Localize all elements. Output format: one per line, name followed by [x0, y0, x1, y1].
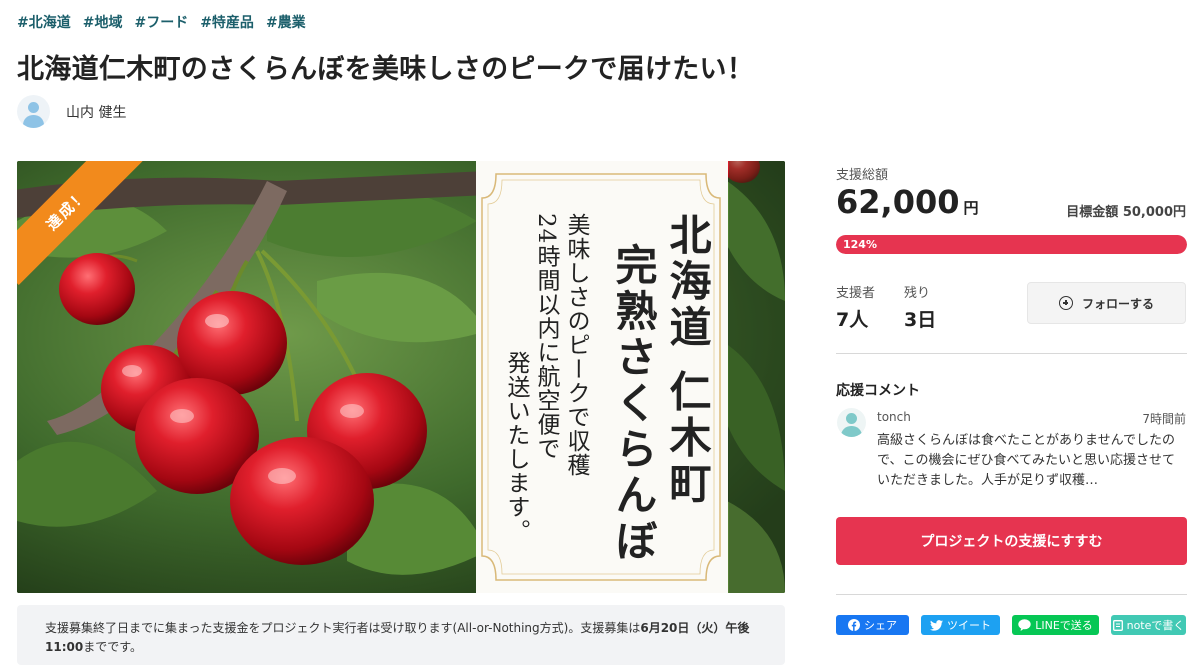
owner-avatar: [17, 95, 50, 128]
tag-list: #北海道 #地域 #フード #特産品 #農業: [17, 12, 306, 32]
progress-percent: 124%: [843, 238, 877, 251]
share-buttons: シェア ツイート LINEで送る noteで書く: [836, 615, 1186, 635]
progress-fill: 124%: [836, 235, 1187, 254]
page-title: 北海道仁木町のさくらんぼを美味しさのピークで届けたい！: [17, 54, 755, 85]
project-owner[interactable]: 山内 健生: [17, 95, 126, 128]
currency-label: 円: [963, 199, 979, 217]
poster-line: 美味しさのピークで収穫: [563, 213, 589, 477]
comment-text[interactable]: 高級さくらんぼは食べたことがありませんでしたので、この機会にぜひ食べてみたいと思…: [877, 431, 1187, 491]
note-share-button[interactable]: noteで書く: [1111, 615, 1186, 635]
project-hero-image: 達成！ 北海道 仁木町 完熟さくらんぼ 美味しさのピークで収穫 24時間以内に航…: [17, 161, 785, 593]
comment-user[interactable]: tonch: [877, 410, 911, 424]
support-project-button[interactable]: プロジェクトの支援にすすむ: [836, 517, 1187, 565]
twitter-share-button[interactable]: ツイート: [921, 615, 1000, 635]
remaining-value: 3日: [904, 309, 937, 331]
note-icon: [1112, 619, 1123, 631]
twitter-share-label: ツイート: [947, 619, 991, 632]
line-share-button[interactable]: LINEで送る: [1012, 615, 1099, 635]
owner-name[interactable]: 山内 健生: [66, 102, 126, 122]
remaining-label: 残り: [904, 286, 931, 301]
backers-stat: 支援者 7人: [836, 282, 875, 332]
tag-link[interactable]: #地域: [83, 12, 123, 32]
poster-line: 完熟さくらんぼ: [609, 243, 658, 565]
follow-button[interactable]: フォローする: [1027, 282, 1186, 324]
goal-amount: 目標金額 50,000円: [1066, 205, 1186, 220]
tag-link[interactable]: #農業: [266, 12, 306, 32]
tag-link[interactable]: #北海道: [17, 12, 71, 32]
remaining-stat: 残り 3日: [904, 282, 936, 332]
total-label: 支援総額: [836, 168, 889, 183]
notice-text-end: までです。: [83, 640, 143, 654]
twitter-icon: [930, 619, 943, 631]
tag-link[interactable]: #フード: [134, 12, 188, 32]
comments-title: 応援コメント: [836, 383, 920, 399]
poster-line: 発送いたします。: [503, 351, 529, 543]
tag-link[interactable]: #特産品: [200, 12, 254, 32]
divider: [836, 594, 1187, 595]
plus-circle-icon: [1058, 296, 1073, 310]
backers-label: 支援者: [836, 286, 876, 301]
total-amount-value: 62,000: [836, 183, 960, 221]
backers-value: 7人: [836, 309, 869, 331]
facebook-icon: [848, 619, 860, 631]
total-amount: 62,000 円: [836, 183, 979, 221]
all-or-nothing-notice: 支援募集終了日までに集まった支援金をプロジェクト実行者は受け取ります(All-o…: [17, 605, 785, 665]
note-share-label: noteで書く: [1126, 619, 1185, 632]
divider: [836, 353, 1187, 354]
comment-avatar[interactable]: [837, 408, 866, 437]
line-icon: [1018, 619, 1031, 631]
facebook-share-button[interactable]: シェア: [836, 615, 909, 635]
poster-line: 24時間以内に航空便で: [533, 213, 559, 461]
comment-time: 7時間前: [1142, 412, 1186, 426]
poster-line: 北海道 仁木町: [663, 213, 712, 508]
follow-label: フォローする: [1081, 296, 1154, 311]
notice-text: 支援募集終了日までに集まった支援金をプロジェクト実行者は受け取ります(All-o…: [45, 621, 641, 635]
progress-bar: 124%: [836, 235, 1187, 254]
facebook-share-label: シェア: [864, 619, 897, 632]
line-share-label: LINEで送る: [1035, 619, 1093, 632]
